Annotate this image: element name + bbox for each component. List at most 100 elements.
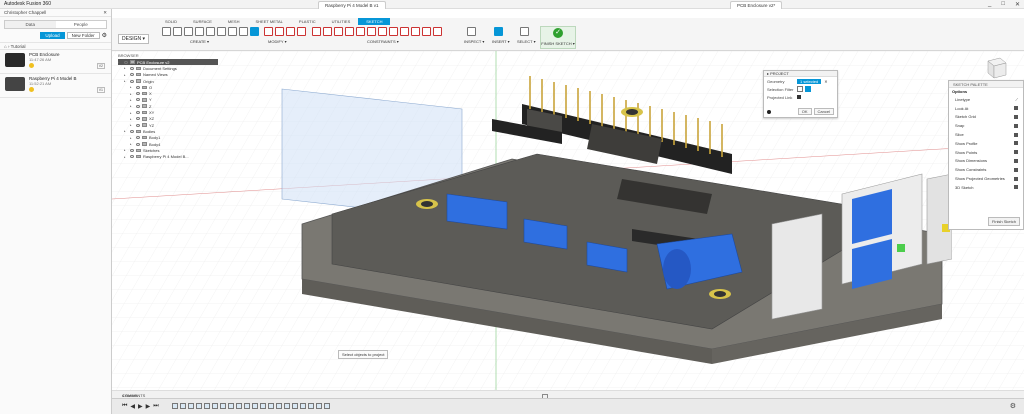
- expand-icon[interactable]: ▸: [124, 66, 128, 70]
- filter-specified-icon[interactable]: [805, 86, 811, 92]
- new-folder-button[interactable]: New Folder: [66, 32, 100, 39]
- insert-menu[interactable]: INSERT ▾: [492, 39, 510, 44]
- minimize-icon[interactable]: _: [988, 1, 991, 8]
- select-menu[interactable]: SELECT ▾: [517, 39, 536, 44]
- line-icon[interactable]: [162, 27, 171, 36]
- tab-mesh[interactable]: MESH: [220, 18, 248, 25]
- fix-icon[interactable]: [378, 27, 387, 36]
- coincident-icon[interactable]: [323, 27, 332, 36]
- tab-surface[interactable]: SURFACE: [185, 18, 220, 25]
- visibility-icon[interactable]: [136, 136, 140, 140]
- measure-icon[interactable]: [467, 27, 476, 36]
- expand-icon[interactable]: ▸: [118, 60, 122, 64]
- tab-people[interactable]: People: [55, 21, 106, 28]
- palette-option-checkbox[interactable]: [1014, 106, 1018, 111]
- extend-icon[interactable]: [286, 27, 295, 36]
- expand-icon[interactable]: ▸: [124, 79, 128, 83]
- trim-icon[interactable]: [275, 27, 284, 36]
- fillet-icon[interactable]: [264, 27, 273, 36]
- timeline-feature[interactable]: [316, 403, 322, 409]
- tab-sheet-metal[interactable]: SHEET METAL: [247, 18, 290, 25]
- timeline-feature[interactable]: [324, 403, 330, 409]
- expand-icon[interactable]: ▸: [130, 98, 134, 102]
- design-workspace-button[interactable]: DESIGN ▾: [118, 34, 150, 44]
- palette-option-checkbox[interactable]: [1014, 114, 1018, 119]
- step-forward-icon[interactable]: ▶: [146, 403, 151, 410]
- visibility-icon[interactable]: [130, 129, 134, 133]
- step-back-icon[interactable]: ◀: [130, 403, 135, 410]
- constraints-menu[interactable]: CONSTRAINTS ▾: [367, 39, 399, 44]
- timeline-feature[interactable]: [236, 403, 242, 409]
- gear-icon[interactable]: ⚙: [1010, 402, 1016, 410]
- info-icon[interactable]: [767, 110, 771, 114]
- visibility-icon[interactable]: [130, 73, 134, 77]
- modify-menu[interactable]: MODIFY ▾: [268, 39, 287, 44]
- visibility-icon[interactable]: [136, 104, 140, 108]
- play-icon[interactable]: ▶: [138, 403, 143, 410]
- options-section[interactable]: Options: [949, 88, 1023, 95]
- visibility-icon[interactable]: [136, 98, 140, 102]
- timeline-feature[interactable]: [244, 403, 250, 409]
- offset-icon[interactable]: [297, 27, 306, 36]
- cancel-button[interactable]: Cancel: [813, 108, 834, 115]
- sketch-palette-title[interactable]: SKETCH PALETTE: [949, 81, 1023, 88]
- visibility-icon[interactable]: [136, 123, 140, 127]
- visibility-icon[interactable]: [130, 155, 134, 159]
- expand-icon[interactable]: ▸: [124, 148, 128, 152]
- visibility-icon[interactable]: [136, 85, 140, 89]
- palette-option-checkbox[interactable]: [1014, 132, 1018, 137]
- expand-icon[interactable]: ▸: [124, 73, 128, 77]
- timeline-feature[interactable]: [180, 403, 186, 409]
- go-to-end-icon[interactable]: ⏭: [153, 403, 158, 410]
- expand-icon[interactable]: ▸: [124, 129, 128, 133]
- inspect-menu[interactable]: INSPECT ▾: [464, 39, 484, 44]
- timeline-feature[interactable]: [276, 403, 282, 409]
- select-icon[interactable]: [520, 27, 529, 36]
- tab-plastic[interactable]: PLASTIC: [291, 18, 324, 25]
- construction-line-icon[interactable]: ⟋: [1015, 97, 1018, 102]
- curvature-icon[interactable]: [433, 27, 442, 36]
- visibility-icon[interactable]: [136, 117, 140, 121]
- user-name[interactable]: Christopher Chappell: [4, 10, 46, 15]
- design-canvas[interactable]: SOLID SURFACE MESH SHEET METAL PLASTIC U…: [112, 9, 1024, 414]
- geometry-select[interactable]: 1 selected: [797, 78, 822, 84]
- viewcube[interactable]: [980, 53, 1010, 83]
- circle-icon[interactable]: [184, 27, 193, 36]
- collinear-icon[interactable]: [411, 27, 420, 36]
- ok-button[interactable]: OK: [797, 108, 812, 115]
- insert-image-icon[interactable]: [494, 27, 503, 36]
- ellipse-icon[interactable]: [217, 27, 226, 36]
- timeline-feature[interactable]: [212, 403, 218, 409]
- timeline-feature[interactable]: [172, 403, 178, 409]
- project-breadcrumb[interactable]: ⌂ › Tutorial: [0, 42, 111, 50]
- doc-tab-pcb-enclosure[interactable]: PCB Enclosure v2*: [730, 1, 783, 9]
- file-item[interactable]: Raspberry Pi 4 Model B 11:52:21 AM V1: [0, 74, 111, 98]
- timeline-feature[interactable]: [308, 403, 314, 409]
- spline-icon[interactable]: [239, 27, 248, 36]
- visibility-icon[interactable]: [130, 148, 134, 152]
- rectangle-icon[interactable]: [173, 27, 182, 36]
- upload-button[interactable]: Upload: [40, 32, 65, 39]
- visibility-icon[interactable]: [124, 60, 128, 64]
- timeline-feature[interactable]: [252, 403, 258, 409]
- arc-icon[interactable]: [195, 27, 204, 36]
- finish-sketch-palette-button[interactable]: Finish Sketch: [987, 217, 1020, 226]
- slot-icon[interactable]: [228, 27, 237, 36]
- timeline-feature[interactable]: [204, 403, 210, 409]
- palette-option-checkbox[interactable]: [1014, 176, 1018, 181]
- doc-tab-raspberry[interactable]: Raspberry Pi 4 Model B v1: [318, 1, 386, 9]
- finish-sketch-button[interactable]: ✓ FINISH SKETCH ▾: [540, 26, 576, 49]
- timeline-feature[interactable]: [260, 403, 266, 409]
- tangent-icon[interactable]: [334, 27, 343, 36]
- visibility-icon[interactable]: [130, 79, 134, 83]
- timeline-feature[interactable]: [228, 403, 234, 409]
- visibility-icon[interactable]: [136, 92, 140, 96]
- visibility-icon[interactable]: [130, 66, 134, 70]
- parallel-icon[interactable]: [356, 27, 365, 36]
- expand-icon[interactable]: ▸: [130, 123, 134, 127]
- symmetry-icon[interactable]: [422, 27, 431, 36]
- file-version-badge[interactable]: V2: [96, 63, 105, 69]
- tab-solid[interactable]: SOLID: [157, 18, 185, 25]
- timeline-feature[interactable]: [196, 403, 202, 409]
- browser-item[interactable]: ▸ Raspberry Pi 4 Model B...: [118, 153, 218, 159]
